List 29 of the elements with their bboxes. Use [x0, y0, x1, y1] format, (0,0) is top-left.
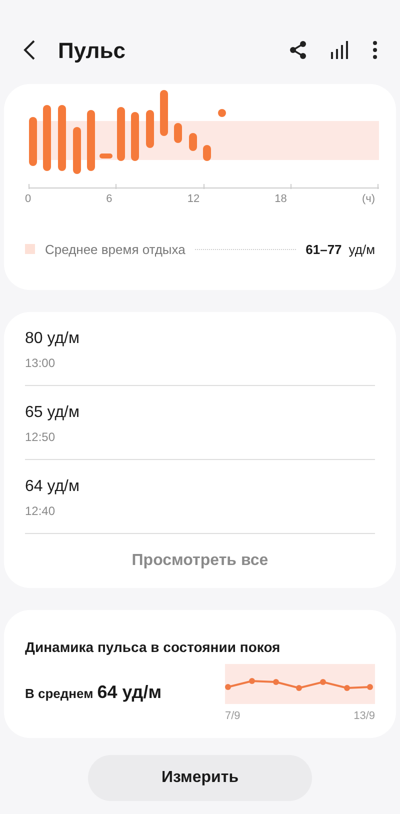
range-unit: уд/м: [348, 240, 375, 259]
reading-value: 64 уд/м: [25, 477, 80, 497]
page-title: Пульс: [58, 36, 126, 65]
end-date: 13/9: [354, 709, 375, 724]
trend-title: Динамика пульса в состоянии покоя: [25, 638, 282, 657]
axis-label: 12: [187, 192, 200, 207]
measure-button[interactable]: Измерить: [88, 755, 312, 801]
average-value: 64 уд/м: [97, 681, 162, 704]
range-value: 61–77: [306, 240, 342, 258]
reading-time: 12:40: [25, 503, 56, 520]
reading-time: 13:00: [25, 355, 56, 372]
bar-chart-icon[interactable]: [330, 41, 350, 59]
axis-label: 6: [106, 192, 112, 207]
axis-label: 18: [274, 192, 287, 207]
reading-value: 65 уд/м: [25, 403, 80, 423]
average-label: В среднем: [25, 685, 94, 703]
reading-item[interactable]: 64 уд/м 12:40: [25, 460, 375, 534]
legend-label: Среднее время отдыха: [45, 240, 186, 259]
reading-item[interactable]: 65 уд/м 12:50: [25, 386, 375, 460]
legend-swatch: [25, 244, 35, 254]
reading-time: 12:50: [25, 429, 56, 446]
axis-label: (ч): [362, 192, 375, 207]
reading-item[interactable]: 80 уд/м 13:00: [25, 312, 375, 386]
start-date: 7/9: [225, 709, 240, 724]
reading-value: 80 уд/м: [25, 329, 80, 349]
share-icon[interactable]: [288, 40, 308, 60]
axis-label: 0: [25, 192, 32, 207]
more-icon[interactable]: [372, 40, 378, 60]
back-icon[interactable]: [22, 39, 36, 61]
